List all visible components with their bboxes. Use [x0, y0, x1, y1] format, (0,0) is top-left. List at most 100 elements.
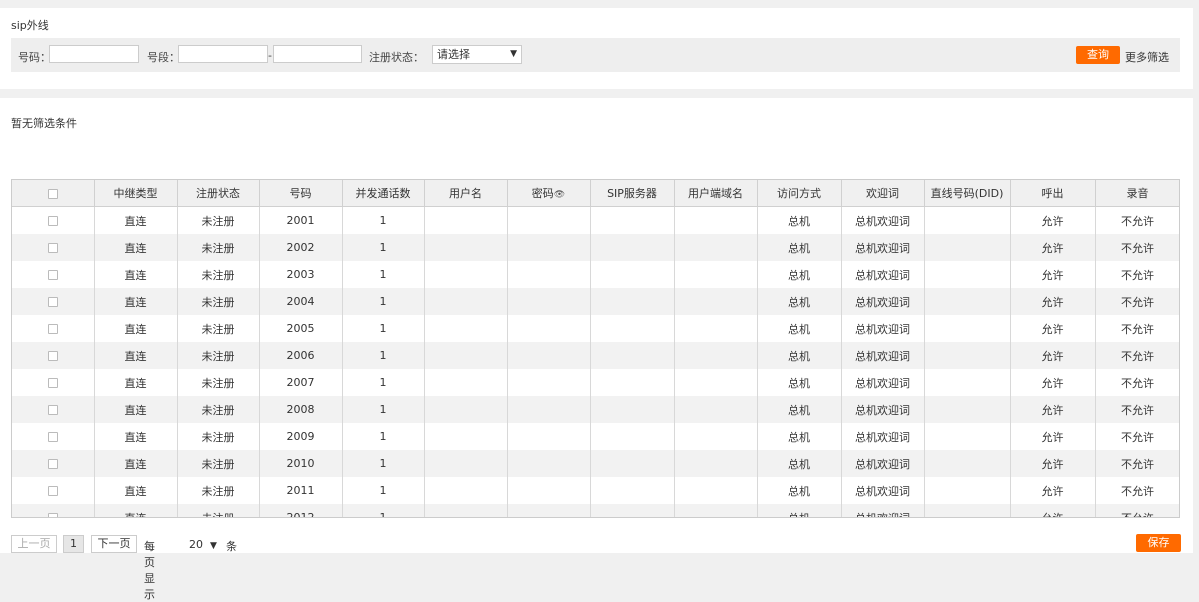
next-page-button[interactable]: 下一页	[91, 535, 137, 553]
status-select[interactable]: 请选择 ▼	[432, 45, 522, 64]
page-number-button[interactable]: 1	[63, 535, 84, 553]
outbound-cell: 允许	[1010, 369, 1096, 396]
table-row[interactable]: 直连 未注册 2006 1 总机 总机欢迎词 允许 不允许	[12, 342, 1179, 369]
number-cell: 2004	[259, 288, 343, 315]
range-from-input[interactable]	[178, 45, 268, 63]
table-header-row: 中继类型 注册状态 号码 并发通话数 用户名 密码👁 SIP服务器 用户端域名 …	[12, 180, 1179, 207]
outbound-cell: 允许	[1010, 342, 1096, 369]
outbound-cell: 允许	[1010, 477, 1096, 504]
row-checkbox[interactable]	[47, 351, 58, 361]
password-cell	[507, 234, 591, 261]
row-select-cell	[12, 504, 95, 517]
range-to-input[interactable]	[273, 45, 362, 63]
row-checkbox[interactable]	[47, 486, 58, 496]
username-cell	[424, 369, 508, 396]
prev-page-button[interactable]: 上一页	[11, 535, 57, 553]
row-checkbox[interactable]	[47, 405, 58, 415]
number-cell: 2012	[259, 504, 343, 517]
column-header[interactable]: 直线号码(DID)	[924, 180, 1011, 207]
did-cell	[924, 477, 1011, 504]
more-filter-link[interactable]: 更多筛选	[1125, 49, 1169, 65]
column-header[interactable]: 并发通话数	[342, 180, 425, 207]
sip-server-cell	[590, 288, 675, 315]
table-row[interactable]: 直连 未注册 2005 1 总机 总机欢迎词 允许 不允许	[12, 315, 1179, 342]
row-checkbox[interactable]	[47, 297, 58, 307]
client-domain-cell	[674, 288, 758, 315]
welcome-cell: 总机欢迎词	[841, 369, 925, 396]
row-checkbox[interactable]	[47, 432, 58, 442]
table-row[interactable]: 直连 未注册 2009 1 总机 总机欢迎词 允许 不允许	[12, 423, 1179, 450]
client-domain-cell	[674, 369, 758, 396]
table-body: 直连 未注册 2001 1 总机 总机欢迎词 允许 不允许 直连 未注册 2002 1 总机 总机欢迎词允…	[12, 206, 1179, 517]
column-header[interactable]: SIP服务器	[590, 180, 675, 207]
table-row[interactable]: 直连 未注册 2008 1 总机 总机欢迎词 允许 不允许	[12, 396, 1179, 423]
username-cell	[424, 288, 508, 315]
password-cell	[507, 206, 591, 234]
row-checkbox[interactable]	[47, 243, 58, 253]
did-cell	[924, 450, 1011, 477]
eye-icon[interactable]: 👁	[554, 190, 565, 200]
trunk-type-cell: 直连	[94, 369, 178, 396]
password-cell	[507, 396, 591, 423]
register-status-cell: 未注册	[177, 477, 260, 504]
column-header[interactable]: 中继类型	[94, 180, 178, 207]
row-checkbox[interactable]	[47, 324, 58, 334]
column-header[interactable]: 欢迎词	[841, 180, 925, 207]
concurrent-calls-cell: 1	[342, 369, 425, 396]
row-checkbox[interactable]	[47, 459, 58, 469]
column-header[interactable]: 录音	[1095, 180, 1179, 207]
column-header[interactable]: 注册状态	[177, 180, 260, 207]
recording-cell: 不允许	[1095, 315, 1179, 342]
row-select-cell	[12, 369, 95, 396]
column-header[interactable]: 号码	[259, 180, 343, 207]
client-domain-cell	[674, 342, 758, 369]
number-cell: 2001	[259, 206, 343, 234]
column-header-password[interactable]: 密码👁	[507, 180, 591, 207]
save-button[interactable]: 保存	[1136, 534, 1181, 552]
column-header[interactable]: 呼出	[1010, 180, 1096, 207]
access-mode-cell: 总机	[757, 261, 842, 288]
table-row[interactable]: 直连 未注册 2010 1 总机 总机欢迎词 允许 不允许	[12, 450, 1179, 477]
per-page-unit: 条	[226, 540, 237, 553]
table-row[interactable]: 直连 未注册 2003 1 总机 总机欢迎词 允许 不允许	[12, 261, 1179, 288]
row-checkbox[interactable]	[47, 216, 58, 226]
sip-server-cell	[590, 206, 675, 234]
client-domain-cell	[674, 477, 758, 504]
sip-trunk-panel: sip外线 号码： 号段： - 注册状态： 请选择 ▼ 查询 更多筛选	[0, 8, 1193, 89]
did-cell	[924, 261, 1011, 288]
query-button[interactable]: 查询	[1076, 46, 1120, 64]
recording-cell: 不允许	[1095, 477, 1179, 504]
welcome-cell: 总机欢迎词	[841, 234, 925, 261]
row-checkbox[interactable]	[47, 378, 58, 388]
table-row[interactable]: 直连 未注册 2012 1 总机 总机欢迎词 允许 不允许	[12, 504, 1179, 517]
register-status-cell: 未注册	[177, 369, 260, 396]
row-checkbox[interactable]	[47, 513, 58, 517]
per-page-select[interactable]: 20 ▼	[189, 538, 217, 551]
trunk-type-cell: 直连	[94, 206, 178, 234]
trunk-type-cell: 直连	[94, 315, 178, 342]
row-select-cell	[12, 315, 95, 342]
select-all-checkbox[interactable]	[47, 188, 58, 199]
table-row[interactable]: 直连 未注册 2011 1 总机 总机欢迎词 允许 不允许	[12, 477, 1179, 504]
access-mode-cell: 总机	[757, 288, 842, 315]
trunk-type-cell: 直连	[94, 477, 178, 504]
column-header[interactable]: 用户名	[424, 180, 508, 207]
recording-cell: 不允许	[1095, 288, 1179, 315]
number-input[interactable]	[49, 45, 139, 63]
column-header[interactable]: 用户端域名	[674, 180, 758, 207]
table-row[interactable]: 直连 未注册 2002 1 总机 总机欢迎词 允许 不允许	[12, 234, 1179, 261]
table-row[interactable]: 直连 未注册 2007 1 总机 总机欢迎词 允许 不允许	[12, 369, 1179, 396]
trunk-type-cell: 直连	[94, 396, 178, 423]
row-checkbox[interactable]	[47, 270, 58, 280]
access-mode-cell: 总机	[757, 396, 842, 423]
recording-cell: 不允许	[1095, 342, 1179, 369]
concurrent-calls-cell: 1	[342, 261, 425, 288]
username-cell	[424, 342, 508, 369]
concurrent-calls-cell: 1	[342, 396, 425, 423]
register-status-cell: 未注册	[177, 342, 260, 369]
table-row[interactable]: 直连 未注册 2004 1 总机 总机欢迎词 允许 不允许	[12, 288, 1179, 315]
table-row[interactable]: 直连 未注册 2001 1 总机 总机欢迎词 允许 不允许	[12, 206, 1179, 234]
column-header[interactable]: 访问方式	[757, 180, 842, 207]
recording-cell: 不允许	[1095, 450, 1179, 477]
client-domain-cell	[674, 261, 758, 288]
